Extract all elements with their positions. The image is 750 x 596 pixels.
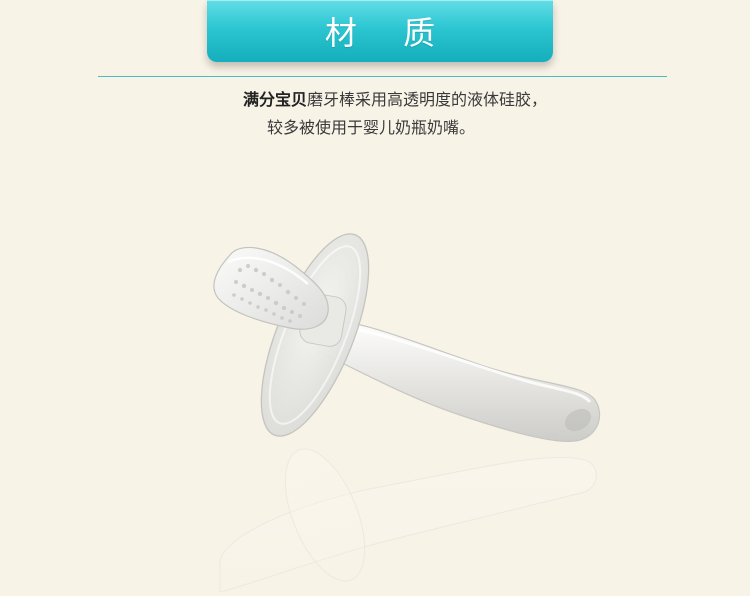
teether-product-image xyxy=(190,200,620,593)
description-line-1-text: 磨牙棒采用高透明度的液体硅胶， xyxy=(307,90,548,109)
section-title: 材 质 xyxy=(324,14,454,52)
description-line-2: 较多被使用于婴儿奶瓶奶嘴。 xyxy=(267,118,476,137)
divider-line xyxy=(98,76,667,77)
section-title-banner: 材 质 xyxy=(207,0,553,62)
teether-reflection xyxy=(219,448,597,593)
brand-name: 满分宝贝 xyxy=(243,90,308,109)
description-line-1: 满分宝贝磨牙棒采用高透明度的液体硅胶， xyxy=(243,86,547,114)
